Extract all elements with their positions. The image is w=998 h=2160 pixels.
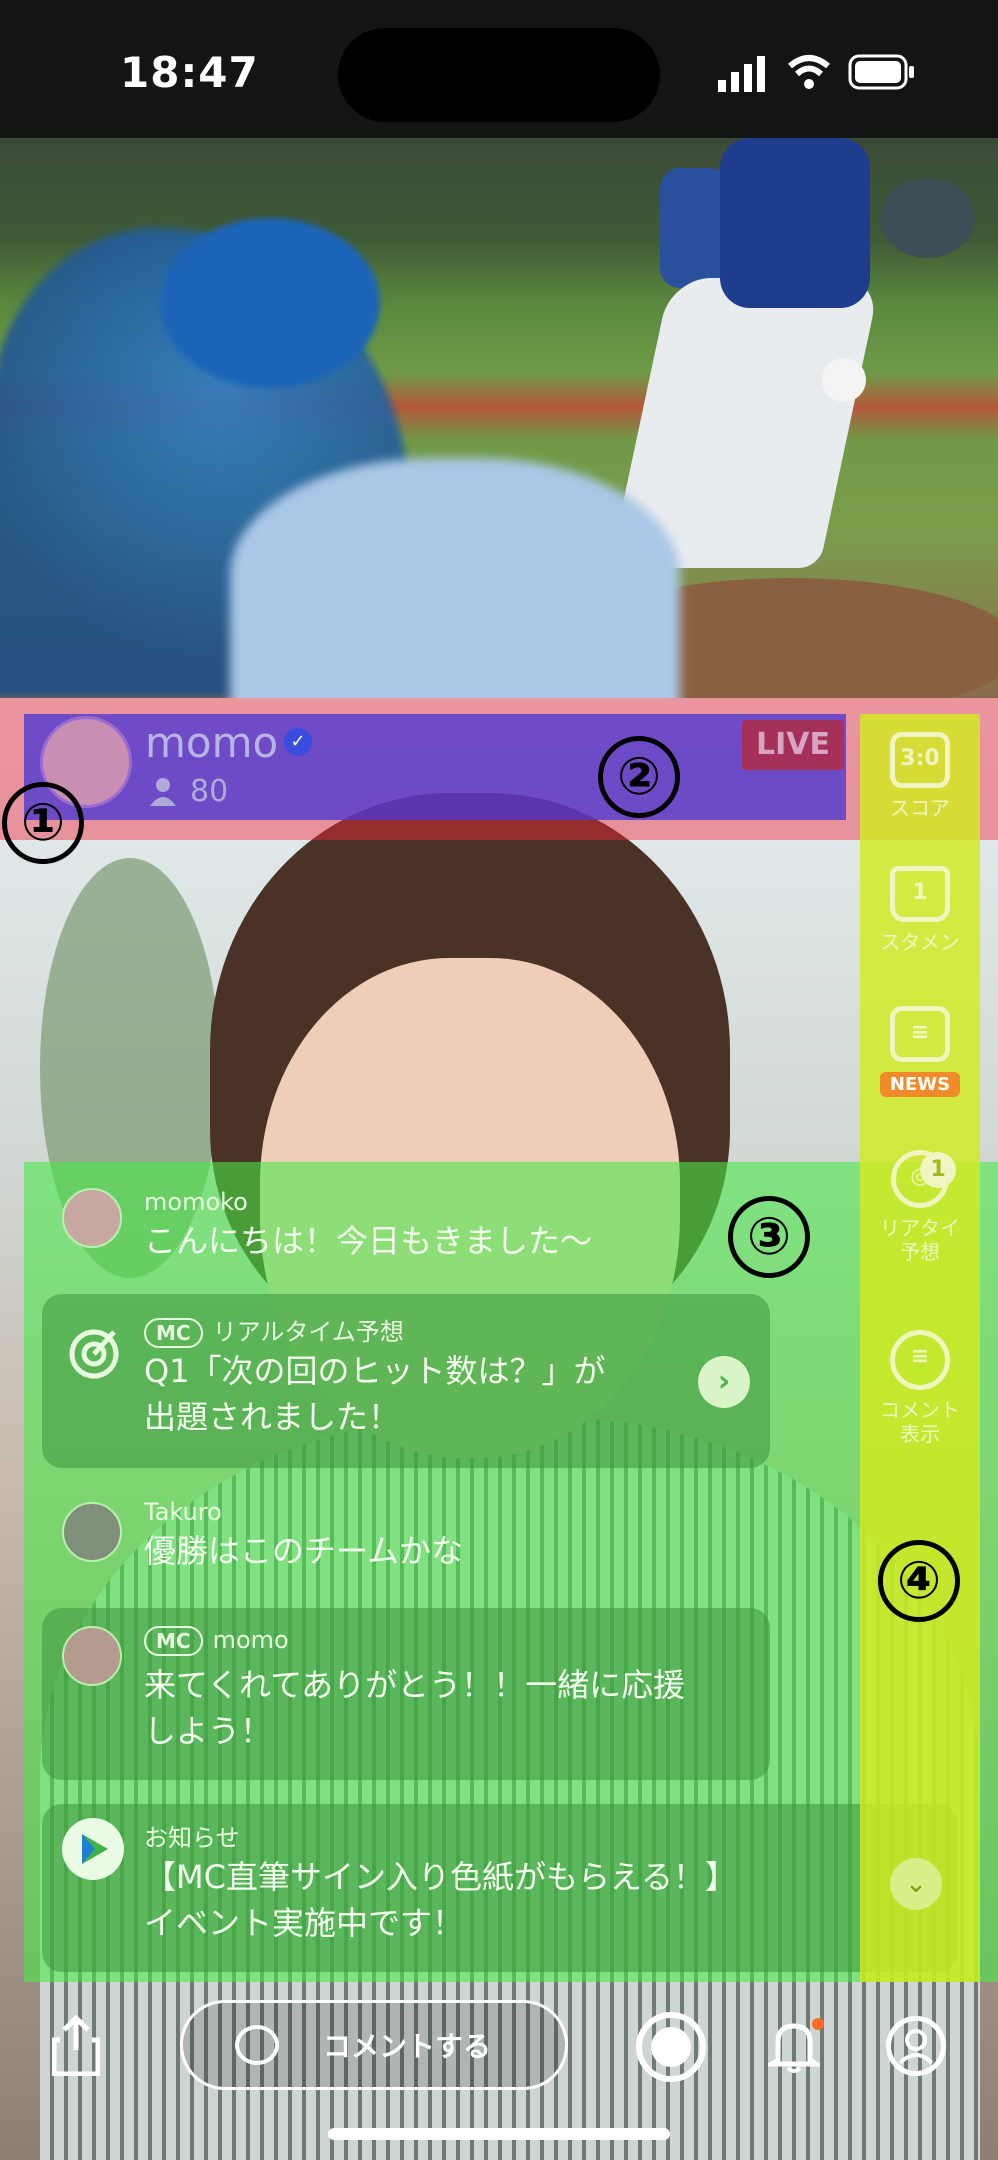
side-menu-label: コメント 表示	[880, 1398, 960, 1446]
quiz-announcement-card[interactable]: MC リアルタイム予想 Q1「次の回のヒット数は？」が 出題されました！	[42, 1294, 770, 1468]
viewer-icon	[150, 778, 176, 806]
mc-message-card: MC momo 来てくれてありがとう！！一緒に応援 しよう！	[42, 1608, 770, 1780]
quiz-meta: MC リアルタイム予想	[144, 1312, 404, 1348]
user-avatar[interactable]	[62, 1188, 122, 1248]
chat-username: momoko	[144, 1188, 248, 1216]
side-menu-news[interactable]: ≡ NEWS	[862, 1006, 978, 1097]
notification-dot	[812, 2018, 824, 2030]
chat-username: Takuro	[144, 1498, 222, 1526]
broadcast-video[interactable]	[0, 138, 998, 698]
chevron-down-icon[interactable]: ⌄	[890, 1858, 942, 1910]
notice-avatar	[62, 1818, 124, 1880]
annotation-4: ④	[878, 1540, 960, 1622]
comment-button-label: コメントする	[323, 2030, 492, 2063]
chat-text: 【MC直筆サイン入り色紙がもらえる！】 イベント実施中です！	[144, 1858, 737, 1942]
record-icon	[651, 2027, 691, 2067]
verified-icon: ✓	[284, 728, 312, 756]
signal-icon	[718, 56, 765, 92]
side-menu-label: スタメン	[880, 930, 960, 954]
notice-card[interactable]: お知らせ 【MC直筆サイン入り色紙がもらえる！】 イベント実施中です！	[42, 1804, 958, 1972]
comment-icon	[235, 2025, 279, 2065]
side-menu-lineup[interactable]: 1 スタメン	[862, 866, 978, 954]
user-avatar[interactable]	[62, 1626, 122, 1686]
target-icon	[69, 1329, 119, 1379]
scoreboard-icon: 3:0	[890, 732, 950, 788]
streamer-name[interactable]: momo	[145, 718, 278, 767]
news-badge: NEWS	[879, 1072, 961, 1097]
umpire	[230, 458, 680, 698]
chat-username: お知らせ	[144, 1824, 240, 1852]
batter-helmet	[160, 218, 380, 388]
realtime-count-badge: 1	[920, 1152, 956, 1188]
chat-text: Q1「次の回のヒット数は？」が 出題されました！	[144, 1352, 606, 1436]
baseball	[822, 358, 866, 402]
user-silhouette-icon	[898, 2029, 934, 2065]
mc-meta: MC momo	[144, 1626, 289, 1656]
annotation-2: ②	[598, 736, 680, 818]
battery-icon	[848, 54, 914, 90]
viewer-count: 80	[190, 774, 229, 809]
mc-tag: MC	[144, 1626, 203, 1656]
home-indicator[interactable]	[328, 2128, 670, 2140]
pitcher-glove	[880, 178, 975, 258]
side-menu-score[interactable]: 3:0 スコア	[862, 732, 978, 820]
wifi-icon	[788, 55, 830, 89]
dynamic-island	[338, 28, 660, 122]
pitcher-torso	[720, 138, 870, 308]
chat-text: 優勝はこのチームかな	[144, 1532, 464, 1570]
mc-tag: MC	[144, 1318, 203, 1348]
status-time: 18:47	[120, 48, 259, 97]
chat-text: 来てくれてありがとう！！一緒に応援 しよう！	[144, 1666, 686, 1750]
comment-icon: ≡	[890, 1330, 950, 1390]
side-menu-label: スコア	[890, 796, 950, 820]
chat-username: momo	[212, 1626, 289, 1654]
record-button[interactable]	[636, 2012, 706, 2082]
share-icon[interactable]	[52, 2014, 100, 2076]
chat-username: リアルタイム予想	[212, 1318, 404, 1346]
annotation-1: ①	[2, 782, 84, 864]
newspaper-icon: ≡	[890, 1006, 950, 1062]
profile-icon[interactable]	[886, 2016, 946, 2076]
live-badge: LIVE	[742, 720, 844, 770]
side-menu-label: リアタイ 予想	[880, 1216, 960, 1264]
chevron-right-icon[interactable]: ›	[698, 1356, 750, 1408]
side-menu-comment-toggle[interactable]: ≡ コメント 表示	[862, 1330, 978, 1446]
comment-button[interactable]: コメントする	[180, 2000, 568, 2090]
user-avatar[interactable]	[62, 1502, 122, 1562]
annotation-3: ③	[728, 1196, 810, 1278]
jersey-icon: 1	[890, 866, 950, 922]
play-logo-icon	[82, 1834, 108, 1864]
